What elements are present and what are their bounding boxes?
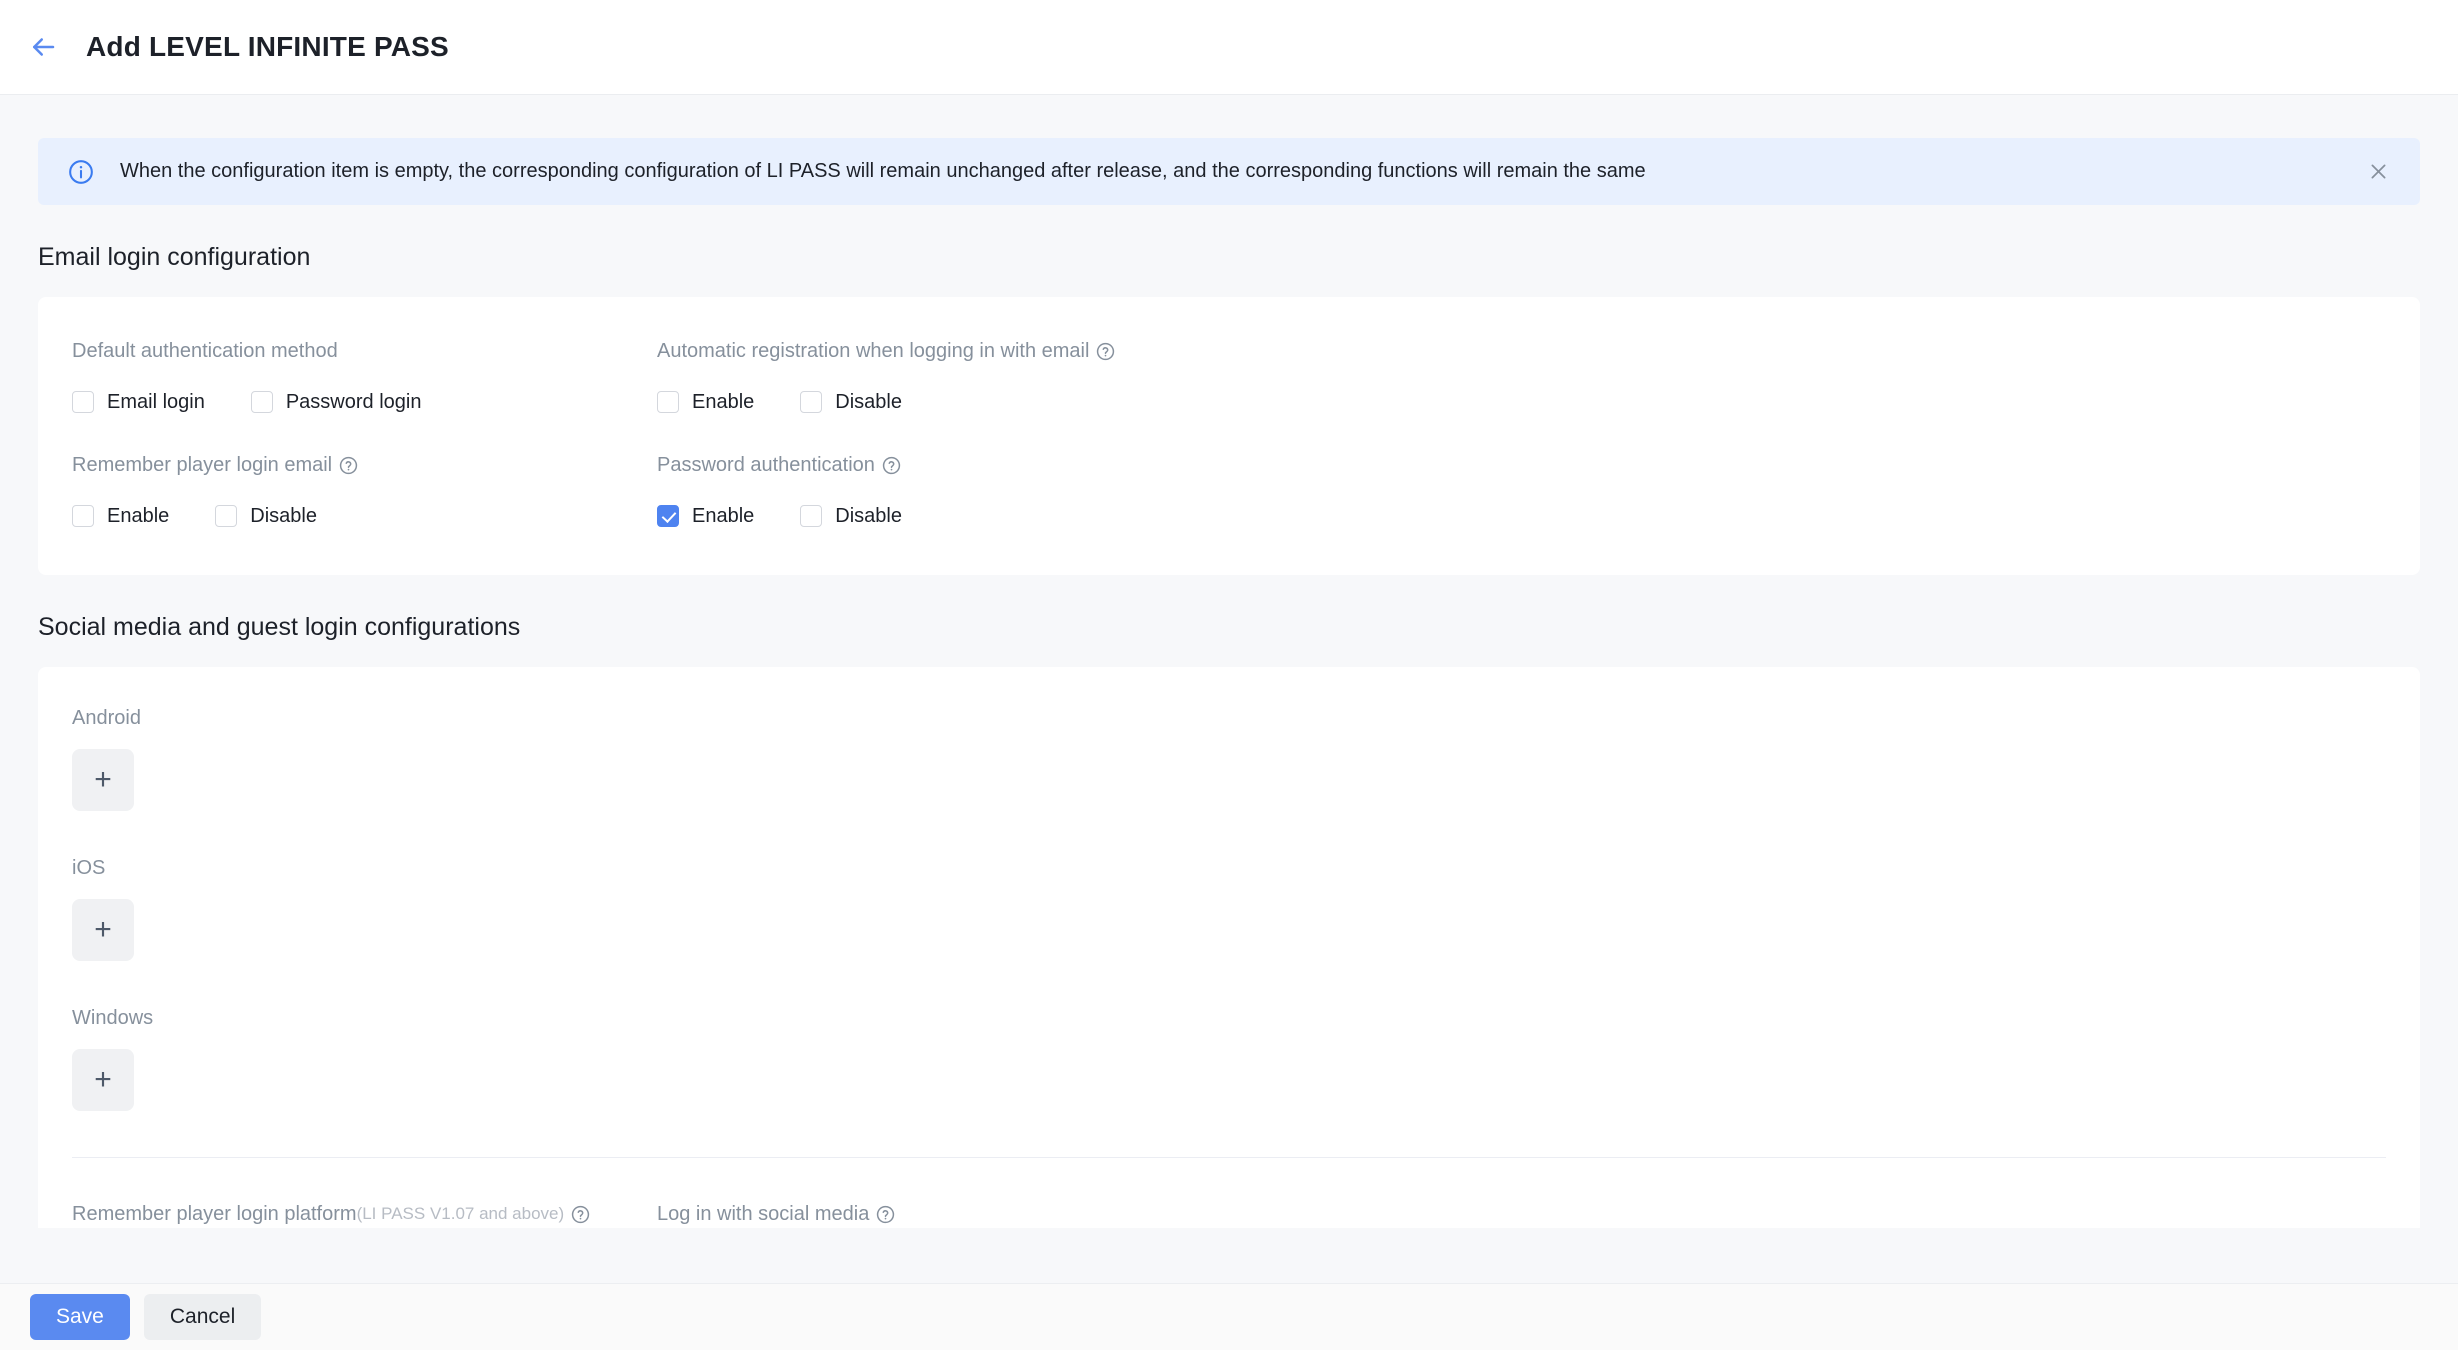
field-label: Automatic registration when logging in w… xyxy=(657,337,1115,365)
platform-spacer xyxy=(38,961,2420,1007)
help-circle-icon[interactable] xyxy=(1096,342,1115,361)
checkbox-label: Enable xyxy=(692,504,755,527)
email-field-row-1: Default authentication method Email logi… xyxy=(38,337,2420,415)
checkbox-label: Enable xyxy=(107,504,170,527)
checkbox-label: Disable xyxy=(835,390,902,413)
field-log-in-with-social-media: Log in with social media xyxy=(657,1200,895,1228)
checkbox-label: Password login xyxy=(285,390,422,413)
checkbox-box[interactable] xyxy=(657,391,679,413)
field-label-subtext: (LI PASS V1.07 and above) xyxy=(356,1204,565,1223)
platform-label: iOS xyxy=(72,857,106,879)
checkbox-box[interactable] xyxy=(800,505,823,527)
field-label: Log in with social media xyxy=(657,1200,895,1228)
checkbox-label: Email login xyxy=(107,390,205,413)
checkbox-box[interactable] xyxy=(800,391,823,413)
back-arrow-icon[interactable] xyxy=(26,30,60,64)
checkbox-password-auth-enable[interactable]: Enable xyxy=(657,505,754,528)
save-button[interactable]: Save xyxy=(30,1294,130,1340)
footer-action-bar: Save Cancel xyxy=(0,1283,2458,1350)
checkbox-email-login[interactable]: Email login xyxy=(72,391,205,414)
checkbox-password-auth-disable[interactable]: Disable xyxy=(800,505,902,528)
help-circle-icon[interactable] xyxy=(882,456,901,475)
cancel-button[interactable]: Cancel xyxy=(143,1294,262,1340)
section-title-email-login: Email login configuration xyxy=(38,243,311,271)
checkbox-group: Enable Disable xyxy=(72,503,657,529)
platform-label: Windows xyxy=(72,1007,154,1029)
close-icon[interactable] xyxy=(2362,156,2394,188)
checkbox-group: Email login Password login xyxy=(72,389,657,415)
info-banner-message: When the configuration item is empty, th… xyxy=(120,160,1646,182)
field-label-text: Password authentication xyxy=(657,454,875,476)
checkbox-box[interactable] xyxy=(215,505,238,527)
field-password-authentication: Password authentication Enable Disable xyxy=(657,451,948,529)
field-label: Password authentication xyxy=(657,451,948,479)
checkbox-box[interactable] xyxy=(72,391,94,413)
section-divider xyxy=(72,1157,2386,1158)
checkbox-box[interactable] xyxy=(72,505,94,527)
info-circle-icon xyxy=(68,159,94,185)
field-automatic-registration: Automatic registration when logging in w… xyxy=(657,337,1115,415)
checkbox-remember-email-enable[interactable]: Enable xyxy=(72,505,169,528)
checkbox-label: Enable xyxy=(692,390,755,413)
field-label-text: Default authentication method xyxy=(72,340,338,362)
row-spacer xyxy=(38,415,2420,451)
platform-spacer xyxy=(38,811,2420,857)
checkbox-remember-email-disable[interactable]: Disable xyxy=(215,505,317,528)
content-area: When the configuration item is empty, th… xyxy=(0,95,2458,1283)
checkbox-label: Disable xyxy=(250,504,317,527)
help-circle-icon[interactable] xyxy=(571,1205,590,1224)
email-login-card: Default authentication method Email logi… xyxy=(38,297,2420,575)
add-android-login-button[interactable]: + xyxy=(72,749,134,811)
platform-ios: iOS + xyxy=(38,857,2420,961)
field-label: Remember player login email xyxy=(72,451,657,479)
field-default-authentication-method: Default authentication method Email logi… xyxy=(72,337,657,415)
page-root: Add LEVEL INFINITE PASS When the configu… xyxy=(0,0,2458,1350)
platform-label: Android xyxy=(72,707,141,729)
field-label: Remember player login platform (LI PASS … xyxy=(72,1200,657,1228)
field-label-text: Remember player login platform xyxy=(72,1203,357,1225)
field-remember-player-login-platform: Remember player login platform (LI PASS … xyxy=(72,1200,657,1228)
field-label: Default authentication method xyxy=(72,337,657,365)
field-label-text: Automatic registration when logging in w… xyxy=(657,340,1090,362)
field-label-text: Log in with social media xyxy=(657,1203,870,1225)
checkbox-auto-registration-enable[interactable]: Enable xyxy=(657,391,754,414)
checkbox-box[interactable] xyxy=(657,505,679,527)
checkbox-password-login[interactable]: Password login xyxy=(250,390,422,414)
checkbox-group: Enable Disable xyxy=(657,389,1115,415)
platform-android: Android + xyxy=(38,707,2420,811)
social-bottom-field-row: Remember player login platform (LI PASS … xyxy=(38,1200,2420,1228)
checkbox-auto-registration-disable[interactable]: Disable xyxy=(800,391,902,414)
info-banner: When the configuration item is empty, th… xyxy=(38,138,2420,205)
platform-windows: Windows + xyxy=(38,1007,2420,1111)
checkbox-group: Enable Disable xyxy=(657,503,948,529)
help-circle-icon[interactable] xyxy=(339,456,358,475)
checkbox-label: Disable xyxy=(835,504,902,527)
add-windows-login-button[interactable]: + xyxy=(72,1049,134,1111)
section-title-social-media: Social media and guest login configurati… xyxy=(38,613,521,641)
add-ios-login-button[interactable]: + xyxy=(72,899,134,961)
page-header: Add LEVEL INFINITE PASS xyxy=(0,0,2458,95)
help-circle-icon[interactable] xyxy=(876,1205,895,1224)
social-media-card: Android + iOS + Windows + Remember playe… xyxy=(38,667,2420,1228)
field-label-text: Remember player login email xyxy=(72,454,333,476)
email-field-row-2: Remember player login email Enable Disab… xyxy=(38,451,2420,529)
page-title: Add LEVEL INFINITE PASS xyxy=(86,31,449,62)
field-remember-player-login-email: Remember player login email Enable Disab… xyxy=(72,451,657,529)
checkbox-box[interactable] xyxy=(250,391,273,413)
